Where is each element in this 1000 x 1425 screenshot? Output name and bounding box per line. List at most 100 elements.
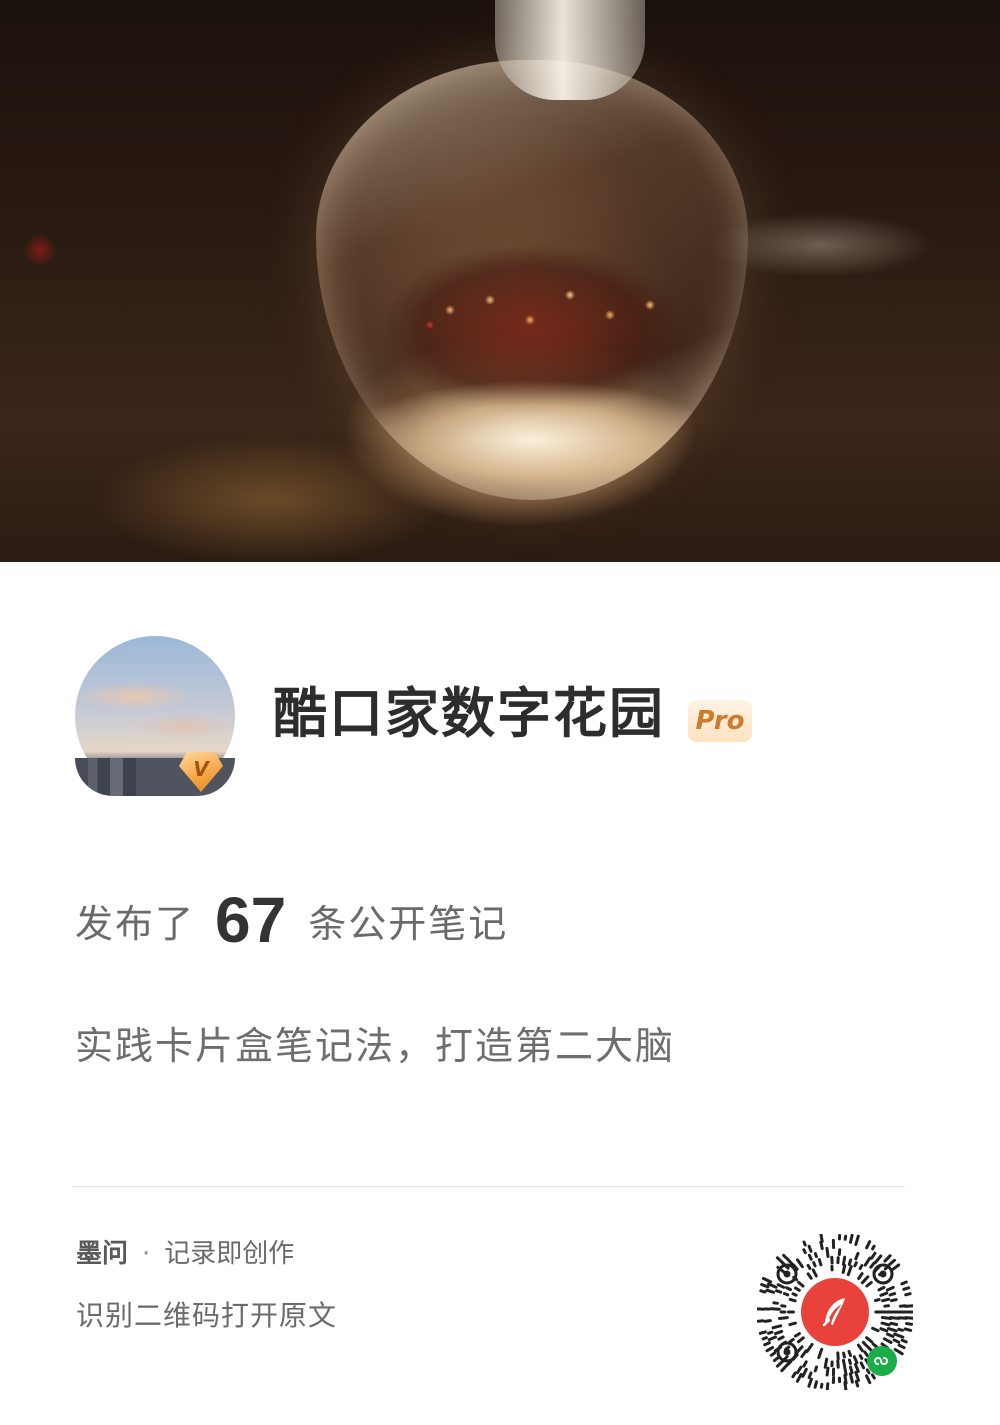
code-dash [796,1336,805,1344]
code-dash [865,1281,873,1288]
brand-slogan: 记录即创作 [164,1239,295,1269]
brand-name: 墨问 [76,1239,129,1269]
code-dash [819,1240,824,1251]
code-dash [871,1326,880,1333]
code-dash [806,1263,812,1270]
code-dash [788,1338,795,1344]
code-dash [880,1321,891,1327]
code-dash [893,1332,905,1339]
code-dash [870,1251,877,1260]
code-dash [819,1234,824,1243]
code-dash [767,1335,777,1342]
code-dash [859,1361,866,1370]
code-dash [865,1336,874,1344]
code-dash [813,1252,818,1259]
code-dash [841,1264,847,1274]
code-dash [892,1338,901,1344]
code-dash [877,1285,886,1292]
code-dash [785,1286,792,1292]
code-dash [800,1349,808,1359]
code-dash [796,1365,803,1374]
code-dash [825,1246,830,1258]
code-dash [802,1360,808,1368]
code-dash [771,1324,783,1330]
code-dash [871,1244,876,1251]
code-dash [819,1382,824,1389]
share-card: V 酷口家数字花园 Pro 发布了 67 条公开笔记 实践卡片盒笔记法，打造第二… [0,0,1000,1425]
code-dash [854,1362,860,1373]
code-dash [860,1275,870,1285]
code-dash [807,1244,813,1253]
code-dash [813,1380,818,1389]
code-dash [777,1316,789,1320]
mini-program-icon [867,1346,897,1376]
code-dash [801,1367,808,1378]
code-dash [897,1343,906,1350]
code-dash [882,1337,893,1344]
bulb-socket-image [495,0,645,100]
code-dash [903,1327,913,1332]
code-dash [763,1341,771,1347]
code-dash [903,1304,913,1308]
pro-badge: Pro [688,700,752,742]
code-dash [817,1347,824,1360]
code-dash [852,1355,859,1365]
code-dash [817,1258,823,1267]
profile-name[interactable]: 酷口家数字花园 [273,678,665,750]
code-dash [849,1365,854,1374]
code-dash [883,1304,890,1308]
code-dash [757,1319,765,1323]
code-dash [858,1264,864,1270]
mini-program-code[interactable] [757,1234,913,1390]
code-finder-dot [879,1270,887,1278]
stats-suffix: 条公开笔记 [308,901,509,946]
avatar-container[interactable]: V [75,636,235,796]
code-dash [879,1327,889,1333]
code-dash [849,1234,854,1244]
code-dash [853,1261,858,1268]
code-dash [807,1371,813,1380]
code-dash [900,1280,908,1286]
code-dash [865,1240,872,1250]
code-dash [848,1372,854,1384]
code-dash [802,1248,807,1255]
code-dash [777,1335,785,1341]
code-dash [763,1319,772,1323]
profile-description: 实践卡片盒笔记法，打造第二大脑 [75,1024,676,1068]
code-dash [879,1291,889,1297]
code-dash [811,1268,818,1278]
code-dash [774,1329,784,1336]
code-dash [881,1297,891,1303]
code-dash [841,1255,847,1266]
bulb-reflection-image [420,280,680,350]
cover-image [0,0,1000,562]
code-dash [861,1340,869,1348]
code-dash [823,1357,829,1369]
code-dash [788,1297,797,1303]
brand-separator: · [142,1239,151,1269]
code-dash [854,1370,860,1382]
code-dash [780,1363,789,1373]
code-finder-dot [783,1348,791,1356]
code-dash [863,1256,872,1267]
code-dash [767,1330,774,1335]
code-dash [885,1285,895,1292]
code-dash [761,1277,773,1284]
code-dash [887,1258,896,1267]
code-dash [904,1292,912,1297]
code-dash [847,1258,853,1266]
code-dash [856,1343,864,1353]
code-dash [886,1332,895,1338]
code-dash [791,1292,798,1297]
code-dash [846,1264,853,1277]
code-dash [791,1371,797,1379]
feather-icon [801,1278,869,1346]
code-dash [783,1292,790,1297]
code-dash [802,1240,807,1247]
code-dash [842,1358,846,1368]
code-dash [758,1330,767,1335]
stats-prefix: 发布了 [75,901,196,946]
code-dash [847,1358,852,1365]
code-dash [812,1261,817,1268]
code-dash [854,1234,860,1246]
